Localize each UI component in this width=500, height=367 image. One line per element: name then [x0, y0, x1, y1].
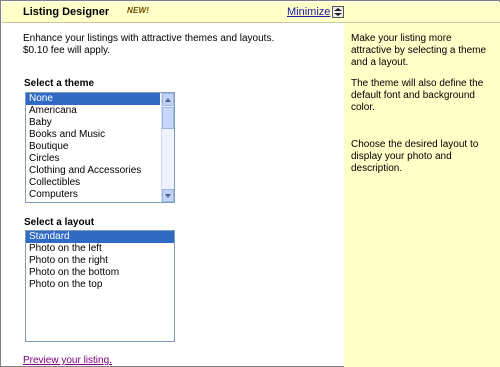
intro-text: Enhance your listings with attractive th… [23, 33, 333, 57]
list-option[interactable]: Baby [26, 117, 160, 129]
theme-listbox[interactable]: None Americana Baby Books and Music Boutique… [25, 92, 175, 203]
list-option[interactable]: Books and Music [26, 129, 160, 141]
help-line: attractive by selecting a theme [351, 45, 487, 56]
theme-options: None Americana Baby Books and Music Boutique… [26, 93, 174, 201]
preview-listing-link[interactable]: Preview your listing. [23, 355, 112, 366]
help-line: The theme will also define the [351, 78, 484, 89]
help-text-font: The theme will also define the default f… [351, 78, 493, 114]
layout-options: Standard Photo on the left Photo on the ri… [26, 231, 174, 291]
list-option[interactable]: Circles [26, 153, 160, 165]
intro-line: Enhance your listings with attractive th… [23, 33, 275, 44]
layout-label: Select a layout [24, 217, 95, 228]
new-badge: NEW! [127, 6, 150, 15]
list-option[interactable]: Computers [26, 189, 160, 201]
list-option[interactable]: Americana [26, 105, 160, 117]
scroll-up-button[interactable] [162, 93, 174, 106]
list-option[interactable]: Collectibles [26, 177, 160, 189]
help-panel: Make your listing more attractive by sel… [344, 23, 500, 367]
help-text-theme: Make your listing more attractive by sel… [351, 33, 493, 69]
help-line: color. [351, 102, 375, 113]
theme-label: Select a theme [24, 78, 95, 89]
list-option[interactable]: Photo on the right [26, 255, 174, 267]
listing-designer-panel: Listing Designer NEW! Minimize Enhance y… [0, 0, 500, 367]
list-option[interactable]: Boutique [26, 141, 160, 153]
header-bar: Listing Designer NEW! Minimize [2, 2, 500, 23]
arrow-up-icon [334, 8, 342, 11]
scroll-down-button[interactable] [162, 189, 174, 202]
help-line: description. [351, 163, 403, 174]
fee-note: $0.10 fee will apply. [23, 45, 111, 56]
list-option[interactable]: Clothing and Accessories [26, 165, 160, 177]
collapse-toggle-icon[interactable] [332, 6, 344, 18]
help-line: and a layout. [351, 57, 409, 68]
arrow-down-icon [334, 13, 342, 16]
list-option[interactable]: Standard [26, 231, 174, 243]
help-line: display your photo and [351, 151, 452, 162]
chevron-down-icon [165, 194, 171, 198]
minimize-link[interactable]: Minimize [287, 6, 330, 18]
help-line: Make your listing more [351, 33, 452, 44]
help-text-layout: Choose the desired layout to display you… [351, 139, 493, 175]
list-option[interactable]: None [26, 93, 160, 105]
list-option[interactable]: Photo on the bottom [26, 267, 174, 279]
scroll-thumb[interactable] [162, 107, 174, 129]
help-line: Choose the desired layout to [351, 139, 479, 150]
list-option[interactable]: Photo on the left [26, 243, 174, 255]
layout-listbox[interactable]: Standard Photo on the left Photo on the ri… [25, 230, 175, 342]
theme-scrollbar[interactable] [161, 93, 174, 202]
help-line: default font and background [351, 90, 475, 101]
panel-title: Listing Designer [23, 6, 110, 18]
chevron-up-icon [165, 98, 171, 102]
list-option[interactable]: Photo on the top [26, 279, 174, 291]
